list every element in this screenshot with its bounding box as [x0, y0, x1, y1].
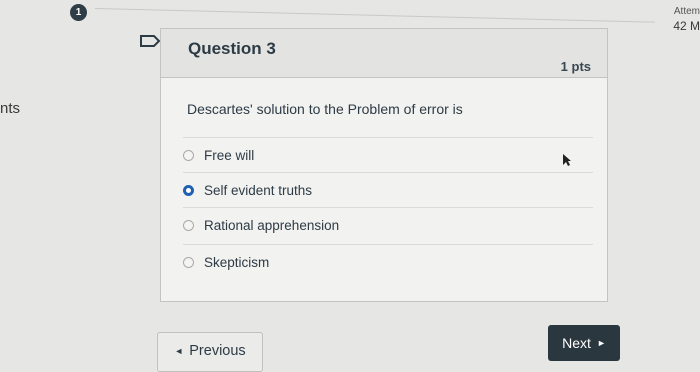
answer-option-rational-apprehension[interactable]: Rational apprehension	[183, 207, 593, 242]
attempt-info: Attem 42 M	[673, 4, 700, 34]
next-label: Next	[562, 335, 591, 351]
answer-option-self-evident-truths[interactable]: Self evident truths	[183, 172, 593, 207]
answer-option-free-will[interactable]: Free will	[183, 137, 593, 172]
question-header: Question 3 1 pts	[161, 29, 607, 78]
mouse-cursor-icon	[563, 154, 571, 166]
top-divider	[94, 8, 655, 23]
previous-label: Previous	[189, 343, 246, 359]
question-title: Question 3	[188, 39, 276, 58]
attempt-label: Attem	[673, 6, 700, 17]
question-text: Descartes' solution to the Problem of er…	[187, 101, 463, 117]
previous-button[interactable]: ◄ Previous	[157, 332, 263, 372]
answer-option-skepticism[interactable]: Skepticism	[183, 244, 593, 279]
next-button[interactable]: Next ►	[548, 325, 620, 361]
prev-arrow-icon: ◄	[174, 346, 184, 356]
answer-label: Free will	[204, 147, 255, 163]
answer-label: Rational apprehension	[204, 217, 340, 233]
question-points: 1 pts	[560, 59, 591, 74]
flag-icon[interactable]	[139, 34, 161, 48]
answer-label: Skepticism	[204, 254, 270, 270]
radio-button[interactable]	[183, 219, 194, 231]
radio-button-selected[interactable]	[183, 184, 194, 196]
answer-label: Self evident truths	[204, 182, 313, 198]
radio-button[interactable]	[183, 256, 194, 268]
question-card: Question 3 1 pts Descartes' solution to …	[160, 28, 608, 302]
notification-badge[interactable]: 1	[70, 4, 87, 21]
left-sidebar-text-fragment: nts	[0, 100, 21, 117]
attempt-time: 42 M	[673, 19, 700, 33]
radio-button[interactable]	[183, 149, 194, 161]
next-arrow-icon: ►	[596, 338, 606, 348]
